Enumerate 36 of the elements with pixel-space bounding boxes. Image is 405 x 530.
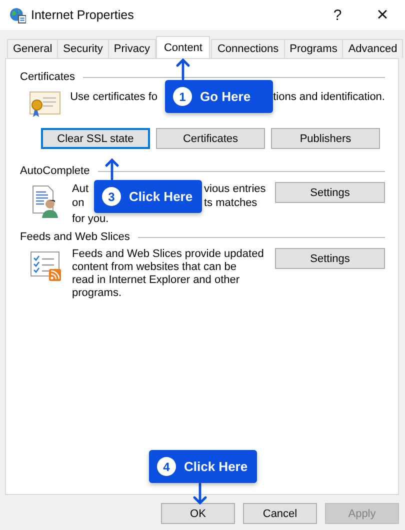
certificate-button[interactable]: Publishers (271, 128, 380, 149)
dialog-button[interactable]: OK (161, 503, 235, 524)
window-title: Internet Properties (31, 8, 134, 22)
certificate-button[interactable]: Certificates (156, 128, 265, 149)
callout-text: Go Here (200, 89, 251, 104)
tab[interactable]: Privacy (108, 39, 156, 58)
description-text: on (72, 196, 84, 210)
tab[interactable]: Content (156, 36, 210, 58)
step-number: 1 (173, 87, 192, 106)
description-text: for you. (72, 212, 109, 226)
description-text: tions and identification. (273, 91, 385, 104)
step-number: 3 (102, 187, 121, 206)
description-text: ts matches (204, 196, 258, 210)
help-button[interactable]: ? (315, 0, 360, 30)
tab[interactable]: General (7, 39, 58, 58)
settings-button[interactable]: Settings (275, 248, 385, 269)
description-text: Feeds and Web Slices provide updated content from websites that can be read in Internet Explorer and other programs. (72, 248, 265, 300)
callout-text: Click Here (184, 459, 248, 474)
callout-text: Click Here (129, 189, 193, 204)
section-heading: Certificates (20, 71, 76, 83)
dialog-button[interactable]: Cancel (243, 503, 317, 524)
description-text: Use certificates fo (70, 91, 158, 104)
globe-icon (9, 6, 26, 24)
description-text: Aut (72, 182, 89, 196)
tab[interactable]: Advanced (342, 39, 404, 58)
section-heading: AutoComplete (20, 165, 90, 177)
settings-button[interactable]: Settings (275, 182, 385, 203)
checklist-feed-icon (30, 251, 62, 281)
tab[interactable]: Connections (211, 39, 285, 58)
certificate-button[interactable]: Clear SSL state (41, 128, 150, 149)
step-number: 4 (157, 457, 176, 476)
description-text: vious entries (204, 182, 266, 196)
close-button[interactable]: × (360, 0, 405, 30)
certificate-icon (29, 91, 62, 119)
section-heading: Feeds and Web Slices (20, 231, 130, 243)
document-person-icon (32, 185, 60, 219)
